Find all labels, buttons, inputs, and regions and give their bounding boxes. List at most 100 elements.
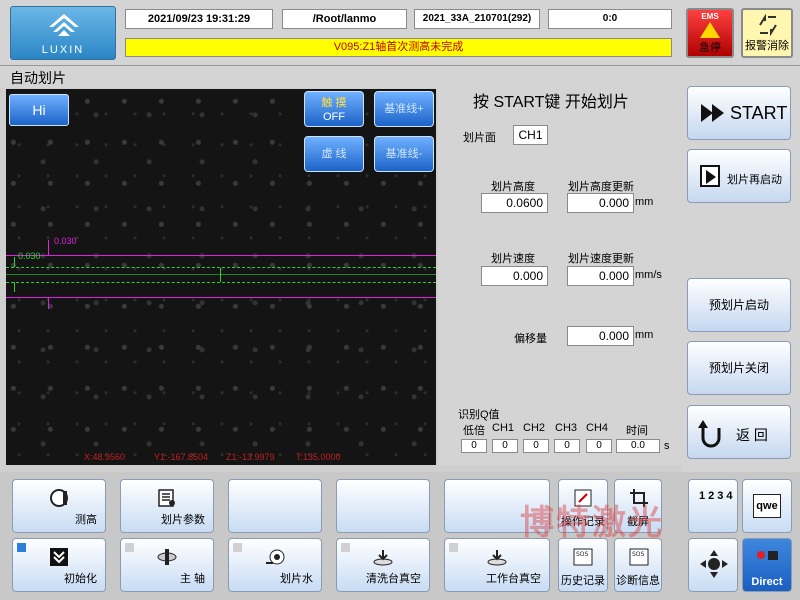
- svg-text:SOS: SOS: [576, 551, 589, 558]
- q-value-5: 0.0: [616, 439, 660, 453]
- fast-forward-icon: [701, 104, 724, 122]
- baseline-plus-button[interactable]: 基准线+: [374, 91, 434, 127]
- datetime-field: 2021/09/23 19:31:29: [125, 9, 273, 29]
- green-marker-tick: [14, 257, 15, 267]
- blank-button-2[interactable]: [336, 479, 430, 533]
- speed-update-label: 划片速度更新: [568, 253, 634, 265]
- status-indicator: [125, 543, 134, 552]
- touch-toggle-button[interactable]: 触 摸 OFF: [304, 91, 364, 127]
- emergency-stop-button[interactable]: EMS 急停: [686, 8, 734, 58]
- offset-unit: mm: [635, 329, 654, 341]
- warning-icon: [700, 22, 720, 38]
- center-line: [6, 274, 436, 275]
- keypad-button[interactable]: 1234: [688, 479, 738, 533]
- face-value[interactable]: CH1: [513, 125, 548, 145]
- vacuum-icon: [487, 550, 507, 566]
- spindle-button[interactable]: 主 轴: [120, 538, 214, 592]
- measure-height-label: 测高: [75, 514, 97, 526]
- lower-boundary-line: [6, 297, 436, 298]
- home-down-icon: [50, 548, 68, 566]
- q-time-unit: s: [664, 440, 670, 452]
- green-marker-tick-low: [14, 282, 15, 292]
- diagnostics-button[interactable]: SOS 诊断信息: [614, 538, 662, 592]
- back-label: 返 回: [736, 427, 768, 443]
- direct-label: Direct: [751, 576, 783, 588]
- dashed-line-button[interactable]: 虚 线: [304, 136, 364, 172]
- qwe-label: qwe: [753, 494, 781, 518]
- scribe-water-label: 划片水: [280, 573, 313, 585]
- height-update-label: 划片高度更新: [568, 181, 634, 193]
- q-value-3: 0: [554, 439, 580, 453]
- offset-input[interactable]: 0.000: [567, 326, 634, 346]
- q-value-2: 0: [523, 439, 549, 453]
- sos-log-icon: SOS: [573, 548, 593, 566]
- history-log-label: 历史记录: [561, 575, 605, 587]
- upper-dashed-line: [6, 267, 436, 268]
- direction-pad-icon: [700, 550, 728, 578]
- u-turn-arrow-icon: [698, 420, 721, 448]
- scribe-water-button[interactable]: 划片水: [228, 538, 322, 592]
- height-label: 划片高度: [491, 181, 535, 193]
- panel-title: 按 START键 开始划片: [473, 94, 629, 111]
- initialize-label: 初始化: [64, 573, 97, 585]
- measure-height-button[interactable]: 测高: [12, 479, 106, 533]
- keypad-label: 1234: [699, 490, 736, 502]
- speed-value: 0.000: [481, 266, 548, 286]
- work-table-vacuum-button[interactable]: 工作台真空: [444, 538, 550, 592]
- height-update-input[interactable]: 0.000: [567, 193, 634, 213]
- q-header-1: CH1: [492, 422, 515, 434]
- sos-diagnostics-icon: SOS: [629, 548, 649, 566]
- y-coordinate: Y1:-167.8504: [154, 452, 209, 462]
- back-button[interactable]: 返 回: [687, 405, 791, 459]
- start-button[interactable]: START: [687, 86, 791, 140]
- pre-scribe-start-button[interactable]: 预划片启动: [687, 278, 791, 332]
- luxin-logo: LUXIN: [10, 6, 116, 60]
- pre-scribe-close-button[interactable]: 预划片关闭: [687, 341, 791, 395]
- counter-field: 0:0: [548, 9, 672, 29]
- speed-label: 划片速度: [491, 253, 535, 265]
- direct-mode-button[interactable]: Direct: [742, 538, 792, 592]
- stop-square-icon: [768, 551, 778, 560]
- restart-label: 划片再启动: [727, 174, 782, 186]
- jog-direction-button[interactable]: [688, 538, 738, 592]
- hi-zoom-button[interactable]: Hi: [9, 94, 69, 126]
- q-value-title: 识别Q值: [458, 409, 500, 421]
- face-label: 划片面: [463, 132, 496, 144]
- offset-label: 偏移量: [514, 333, 547, 345]
- z-coordinate: Z1:-13.9979: [226, 452, 275, 462]
- ems-text: EMS: [701, 12, 719, 21]
- keyboard-button[interactable]: qwe: [742, 479, 792, 533]
- page-title: 自动划片: [10, 70, 66, 86]
- initialize-button[interactable]: 初始化: [12, 538, 106, 592]
- logo-mark-icon: [49, 14, 79, 36]
- alarm-clear-button[interactable]: 报警消除: [741, 8, 793, 58]
- watermark: 博特激光: [520, 504, 664, 542]
- center-tick: [220, 268, 221, 282]
- scribe-params-button[interactable]: 划片参数: [120, 479, 214, 533]
- logo-text: LUXIN: [41, 44, 85, 56]
- q-header-0: 低倍: [463, 425, 485, 437]
- magenta-marker-value: 0.030: [54, 236, 77, 246]
- baseline-minus-button[interactable]: 基准线-: [374, 136, 434, 172]
- alarm-reset-icon: [759, 14, 777, 36]
- touch-state: OFF: [323, 111, 345, 123]
- document-list-icon: [158, 489, 175, 507]
- lower-dashed-line: [6, 282, 436, 283]
- q-header-5: 时间: [626, 425, 648, 437]
- blank-button-1[interactable]: [228, 479, 322, 533]
- ems-label: 急停: [699, 42, 721, 54]
- height-gauge-icon: [50, 489, 68, 507]
- history-log-button[interactable]: SOS 历史记录: [558, 538, 608, 592]
- t-coordinate: T:135.0000: [296, 452, 341, 462]
- clean-table-vacuum-button[interactable]: 清洗台真空: [336, 538, 430, 592]
- restart-scribe-button[interactable]: 划片再启动: [687, 149, 791, 203]
- x-coordinate: X:48.9560: [84, 452, 126, 462]
- svg-text:SOS: SOS: [632, 551, 645, 558]
- touch-label: 触 摸: [321, 97, 347, 109]
- vacuum-icon: [373, 550, 393, 566]
- camera-status-bar: X:48.9560 Y1:-167.8504 Z1:-13.9979 T:135…: [6, 452, 436, 464]
- camera-view[interactable]: Hi 触 摸 OFF 基准线+ 虚 线 基准线- 0.030 0.030 X:4…: [6, 89, 436, 465]
- speed-update-input[interactable]: 0.000: [567, 266, 634, 286]
- path-field: /Root/lanmo: [282, 9, 407, 29]
- q-header-4: CH4: [586, 422, 609, 434]
